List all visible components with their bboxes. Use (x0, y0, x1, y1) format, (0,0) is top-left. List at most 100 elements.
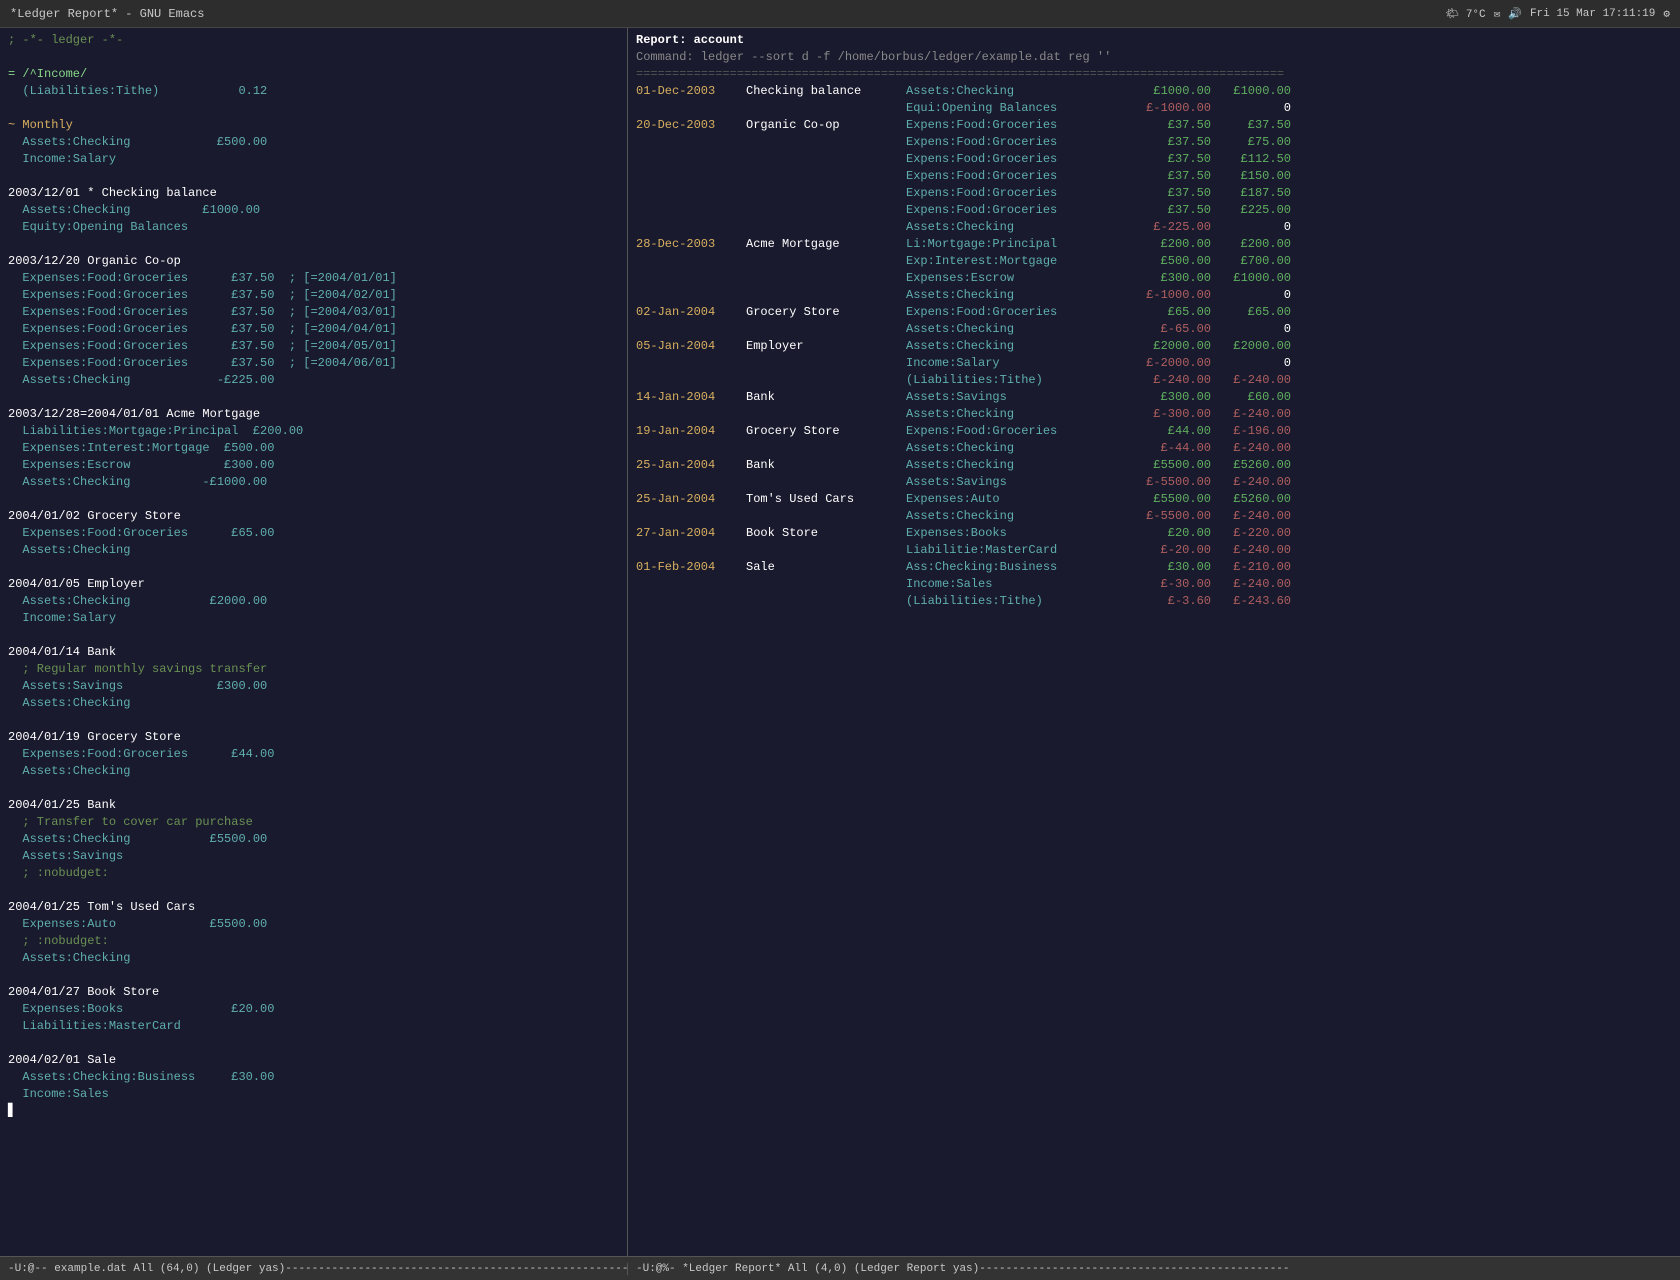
titlebar-right: 🌤 7°C ✉ 🔊 Fri 15 Mar 17:11:19 ⚙ (1445, 7, 1670, 21)
entry-desc: Bank (746, 389, 906, 406)
left-line: Liabilities:Mortgage:Principal £200.00 (8, 423, 619, 440)
entry-date: 05-Jan-2004 (636, 338, 746, 355)
entry-desc (746, 508, 906, 525)
entry-amount: £-1000.00 (1126, 287, 1211, 304)
left-line (8, 491, 619, 508)
entry-amount: £-240.00 (1126, 372, 1211, 389)
entry-amount: £37.50 (1126, 117, 1211, 134)
entry-date (636, 321, 746, 338)
entry-desc (746, 202, 906, 219)
entry-total: £-240.00 (1211, 372, 1291, 389)
left-line: Assets:Checking £1000.00 (8, 202, 619, 219)
entry-date (636, 134, 746, 151)
entry-date: 01-Feb-2004 (636, 559, 746, 576)
entry-date: 25-Jan-2004 (636, 491, 746, 508)
entry-total: 0 (1211, 219, 1291, 236)
entry-desc (746, 100, 906, 117)
main-area: ; -*- ledger -*- = /^Income/ (Liabilitie… (0, 28, 1680, 1256)
entry-total: £1000.00 (1211, 270, 1291, 287)
titlebar: *Ledger Report* - GNU Emacs 🌤 7°C ✉ 🔊 Fr… (0, 0, 1680, 28)
left-line (8, 627, 619, 644)
entry-total: £-240.00 (1211, 440, 1291, 457)
left-line: Liabilities:MasterCard (8, 1018, 619, 1035)
left-line: Assets:Checking -£225.00 (8, 372, 619, 389)
report-row: Exp:Interest:Mortgage£500.00£700.00 (636, 253, 1672, 270)
entry-amount: £37.50 (1126, 185, 1211, 202)
entry-total: £-210.00 (1211, 559, 1291, 576)
left-line: Assets:Checking £2000.00 (8, 593, 619, 610)
left-line: ; :nobudget: (8, 865, 619, 882)
entry-total: £-240.00 (1211, 576, 1291, 593)
entry-total: 0 (1211, 287, 1291, 304)
datetime: Fri 15 Mar 17:11:19 (1530, 8, 1655, 20)
report-command: Command: ledger --sort d -f /home/borbus… (636, 49, 1672, 66)
left-line: 2003/12/20 Organic Co-op (8, 253, 619, 270)
entry-desc (746, 168, 906, 185)
left-pane[interactable]: ; -*- ledger -*- = /^Income/ (Liabilitie… (0, 28, 628, 1256)
entry-account: Liabilitie:MasterCard (906, 542, 1126, 559)
entry-amount: £65.00 (1126, 304, 1211, 321)
entry-desc: Grocery Store (746, 423, 906, 440)
entry-amount: £44.00 (1126, 423, 1211, 440)
entry-desc (746, 134, 906, 151)
entry-total: £-220.00 (1211, 525, 1291, 542)
entry-date (636, 474, 746, 491)
entry-amount: £37.50 (1126, 151, 1211, 168)
left-line (8, 712, 619, 729)
entry-desc (746, 219, 906, 236)
entry-desc (746, 253, 906, 270)
left-line: Assets:Checking (8, 763, 619, 780)
entry-date: 02-Jan-2004 (636, 304, 746, 321)
report-row: 01-Dec-2003Checking balanceAssets:Checki… (636, 83, 1672, 100)
left-line: Assets:Checking -£1000.00 (8, 474, 619, 491)
left-line (8, 559, 619, 576)
entry-desc (746, 593, 906, 610)
entry-date: 28-Dec-2003 (636, 236, 746, 253)
entry-account: (Liabilities:Tithe) (906, 593, 1126, 610)
report-row: Assets:Checking£-225.000 (636, 219, 1672, 236)
left-line: 2004/01/05 Employer (8, 576, 619, 593)
left-line: Income:Sales (8, 1086, 619, 1103)
left-line: Expenses:Food:Groceries £65.00 (8, 525, 619, 542)
report-row: Income:Salary£-2000.000 (636, 355, 1672, 372)
left-line: Expenses:Auto £5500.00 (8, 916, 619, 933)
entry-amount: £300.00 (1126, 270, 1211, 287)
entry-account: Expenses:Escrow (906, 270, 1126, 287)
entry-amount: £-44.00 (1126, 440, 1211, 457)
entry-date (636, 355, 746, 372)
entry-date (636, 168, 746, 185)
left-line: ; Regular monthly savings transfer (8, 661, 619, 678)
left-content: ; -*- ledger -*- = /^Income/ (Liabilitie… (8, 32, 619, 1120)
entry-amount: £37.50 (1126, 202, 1211, 219)
report-row: Expens:Food:Groceries£37.50£112.50 (636, 151, 1672, 168)
email-icon: ✉ (1494, 7, 1501, 21)
entry-desc (746, 474, 906, 491)
report-row: 28-Dec-2003Acme MortgageLi:Mortgage:Prin… (636, 236, 1672, 253)
entry-total: £187.50 (1211, 185, 1291, 202)
entry-date: 01-Dec-2003 (636, 83, 746, 100)
network-icon: 🔊 (1508, 7, 1522, 21)
entry-total: £150.00 (1211, 168, 1291, 185)
entry-desc (746, 542, 906, 559)
report-row: Assets:Savings£-5500.00£-240.00 (636, 474, 1672, 491)
left-line: 2004/01/27 Book Store (8, 984, 619, 1001)
entry-total: £2000.00 (1211, 338, 1291, 355)
entry-amount: £37.50 (1126, 134, 1211, 151)
left-line (8, 49, 619, 66)
entry-total: £5260.00 (1211, 491, 1291, 508)
entry-account: Assets:Checking (906, 440, 1126, 457)
left-line: 2004/01/25 Tom's Used Cars (8, 899, 619, 916)
entry-account: Assets:Checking (906, 406, 1126, 423)
left-line: Expenses:Food:Groceries £44.00 (8, 746, 619, 763)
report-row: Equi:Opening Balances£-1000.000 (636, 100, 1672, 117)
status-left: -U:@-- example.dat All (64,0) (Ledger ya… (0, 1263, 628, 1275)
right-pane[interactable]: Report: accountCommand: ledger --sort d … (628, 28, 1680, 1256)
report-row: Assets:Checking£-44.00£-240.00 (636, 440, 1672, 457)
settings-icon: ⚙ (1663, 7, 1670, 21)
entry-date: 25-Jan-2004 (636, 457, 746, 474)
entry-date: 14-Jan-2004 (636, 389, 746, 406)
entry-date (636, 270, 746, 287)
report-row: Expens:Food:Groceries£37.50£75.00 (636, 134, 1672, 151)
entry-desc (746, 372, 906, 389)
entry-desc: Employer (746, 338, 906, 355)
